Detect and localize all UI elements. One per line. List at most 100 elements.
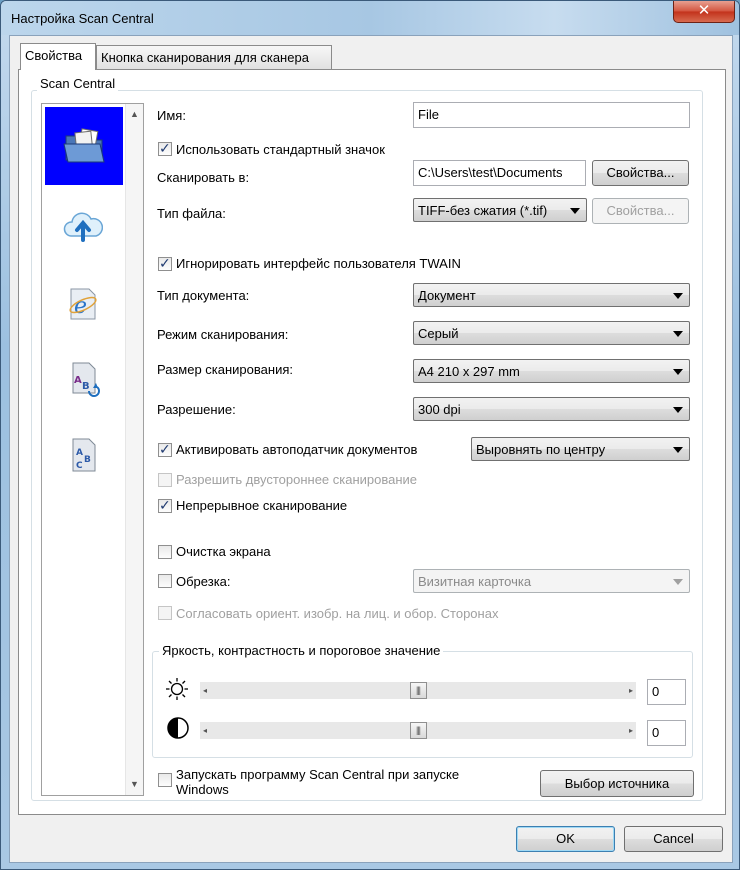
scroll-down-arrow-icon[interactable]: ▼	[126, 776, 143, 793]
crop-label[interactable]: Обрезка:	[176, 574, 231, 589]
slider-left-arrow-icon[interactable]: ◂	[200, 682, 210, 699]
chevron-down-icon	[570, 208, 580, 214]
orientation-checkbox	[158, 606, 172, 620]
adf-align-select[interactable]: Выровнять по центру	[471, 437, 690, 461]
scroll-up-arrow-icon[interactable]: ▲	[126, 106, 143, 123]
slider-right-arrow-icon[interactable]: ▸	[626, 722, 636, 739]
folder-document-icon	[63, 128, 105, 163]
contrast-slider[interactable]: ◂ ||| ▸	[200, 722, 636, 739]
adf-align-value: Выровнять по центру	[476, 442, 606, 457]
adf-checkbox[interactable]: ✓	[158, 441, 172, 457]
use-default-icon-checkbox[interactable]: ✓	[158, 140, 172, 156]
svg-text:A: A	[76, 448, 83, 458]
name-label: Имя:	[157, 108, 186, 123]
doc-type-value: Документ	[418, 288, 476, 303]
text-document-icon: A B C	[72, 438, 96, 472]
slider-left-arrow-icon[interactable]: ◂	[200, 722, 210, 739]
select-source-button[interactable]: Выбор источника	[540, 770, 694, 797]
use-default-icon-label[interactable]: Использовать стандартный значок	[176, 142, 385, 157]
svg-text:C: C	[76, 461, 83, 471]
name-input[interactable]: File	[413, 102, 690, 128]
internet-explorer-icon: e	[69, 288, 97, 320]
separator	[152, 633, 692, 634]
adf-label[interactable]: Активировать автоподатчик документов	[176, 442, 417, 457]
crop-value: Визитная карточка	[418, 574, 532, 589]
profile-item-text[interactable]: A B C	[45, 417, 121, 493]
chevron-down-icon	[673, 407, 683, 413]
svg-text:e: e	[74, 294, 87, 319]
duplex-checkbox	[158, 473, 172, 487]
slider-thumb[interactable]: |||	[409, 722, 427, 739]
check-mark-icon: ✓	[159, 140, 171, 156]
clean-screen-label[interactable]: Очистка экрана	[176, 544, 271, 559]
continuous-scan-label[interactable]: Непрерывное сканирование	[176, 498, 347, 513]
profile-item-cloud[interactable]	[45, 189, 121, 265]
ignore-twain-checkbox[interactable]: ✓	[158, 255, 172, 271]
brightness-value-input[interactable]: 0	[647, 679, 686, 705]
title-bar[interactable]: Настройка Scan Central ✕	[1, 1, 739, 35]
scan-mode-label: Режим сканирования:	[157, 327, 289, 342]
check-mark-icon: ✓	[159, 255, 171, 271]
chevron-down-icon	[673, 369, 683, 375]
chevron-down-icon	[673, 331, 683, 337]
contrast-icon	[167, 717, 189, 739]
check-mark-icon: ✓	[159, 497, 171, 513]
separator	[152, 527, 692, 528]
slider-right-arrow-icon[interactable]: ▸	[626, 682, 636, 699]
resolution-label: Разрешение:	[157, 402, 236, 417]
scan-mode-select[interactable]: Серый	[413, 321, 690, 345]
autostart-checkbox[interactable]	[158, 773, 172, 787]
file-type-select[interactable]: TIFF-без сжатия (*.tif)	[413, 198, 587, 222]
cloud-upload-icon	[63, 212, 103, 242]
doc-type-label: Тип документа:	[157, 288, 250, 303]
ignore-twain-label[interactable]: Игнорировать интерфейс пользователя TWAI…	[176, 256, 461, 271]
brightness-slider[interactable]: ◂ ||| ▸	[200, 682, 636, 699]
autostart-label-line2[interactable]: Windows	[176, 782, 229, 797]
duplex-label: Разрешить двустороннее сканирование	[176, 472, 418, 487]
doc-type-select[interactable]: Документ	[413, 283, 690, 307]
chevron-down-icon	[673, 293, 683, 299]
resolution-value: 300 dpi	[418, 402, 461, 417]
chevron-down-icon	[673, 447, 683, 453]
scan-mode-value: Серый	[418, 326, 459, 341]
crop-select: Визитная карточка	[413, 569, 690, 593]
clean-screen-checkbox[interactable]	[158, 545, 172, 559]
file-type-value: TIFF-без сжатия (*.tif)	[418, 203, 548, 218]
autostart-label-line1[interactable]: Запускать программу Scan Central при зап…	[176, 767, 459, 782]
profile-item-file[interactable]	[45, 107, 123, 185]
profile-icon-list[interactable]: e A B A B C ▲ ▼	[41, 103, 144, 796]
ok-button[interactable]: OK	[516, 826, 615, 852]
slider-thumb[interactable]: |||	[409, 682, 427, 699]
svg-text:A: A	[74, 375, 82, 386]
cancel-button[interactable]: Cancel	[624, 826, 723, 852]
resolution-select[interactable]: 300 dpi	[413, 397, 690, 421]
file-type-properties-button: Свойства...	[592, 198, 689, 224]
close-button[interactable]: ✕	[673, 1, 735, 23]
file-type-label: Тип файла:	[157, 206, 226, 221]
check-mark-icon: ✓	[159, 441, 171, 457]
group-title: Scan Central	[37, 76, 119, 91]
profile-item-ocr[interactable]: A B	[45, 341, 121, 417]
scan-to-properties-button[interactable]: Свойства...	[592, 160, 689, 186]
continuous-scan-checkbox[interactable]: ✓	[158, 497, 172, 513]
icon-list-scrollbar[interactable]: ▲ ▼	[125, 104, 143, 795]
contrast-value-input[interactable]: 0	[647, 720, 686, 746]
window-title: Настройка Scan Central	[11, 11, 154, 26]
brightness-contrast-group	[152, 651, 693, 758]
brightness-contrast-title: Яркость, контрастность и пороговое значе…	[159, 643, 444, 658]
chevron-down-icon	[673, 579, 683, 585]
svg-text:B: B	[84, 455, 91, 465]
ocr-document-icon: A B	[72, 362, 100, 397]
scan-size-select[interactable]: A4 210 x 297 mm	[413, 359, 690, 383]
scan-size-label: Размер сканирования:	[157, 362, 293, 377]
scan-size-value: A4 210 x 297 mm	[418, 364, 520, 379]
brightness-icon	[166, 678, 188, 700]
orientation-label: Согласовать ориент. изобр. на лиц. и обо…	[176, 606, 499, 621]
scan-to-path-input[interactable]: C:\Users\test\Documents	[413, 160, 586, 186]
scan-to-label: Сканировать в:	[157, 170, 250, 185]
tab-properties[interactable]: Свойства	[20, 43, 96, 70]
crop-checkbox[interactable]	[158, 574, 172, 588]
separator	[152, 241, 692, 242]
tab-scan-button[interactable]: Кнопка сканирования для сканера	[96, 45, 332, 69]
profile-item-web[interactable]: e	[45, 265, 121, 341]
